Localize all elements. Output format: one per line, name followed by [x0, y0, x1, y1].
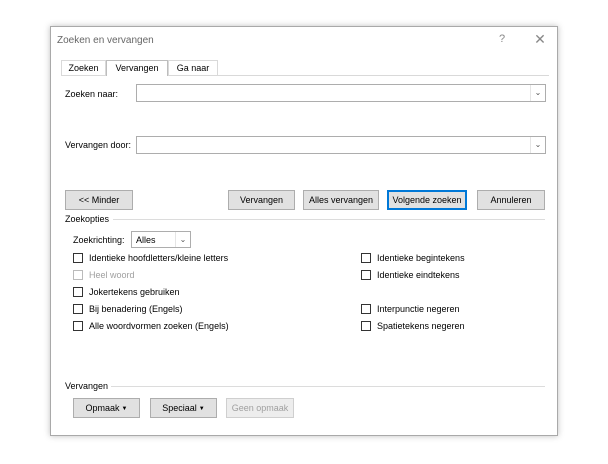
tab-zoeken[interactable]: Zoeken — [61, 60, 106, 75]
cancel-button[interactable]: Annuleren — [477, 190, 545, 210]
direction-select[interactable]: Alles ⌄ — [131, 231, 191, 248]
checkbox-box — [73, 270, 83, 280]
checkbox-box[interactable] — [361, 321, 371, 331]
special-button[interactable]: Speciaal ▼ — [150, 398, 217, 418]
tab-ga-naar[interactable]: Ga naar — [168, 60, 218, 75]
triangle-down-icon: ▼ — [198, 406, 205, 412]
dialog-title: Zoeken en vervangen — [57, 35, 154, 46]
replace-label: Vervangen door: — [65, 140, 132, 150]
checkbox-box[interactable] — [73, 321, 83, 331]
replace-section-divider — [111, 386, 545, 387]
find-label: Zoeken naar: — [65, 89, 119, 99]
direction-label: Zoekrichting: — [73, 235, 125, 245]
no-format-button: Geen opmaak — [226, 398, 294, 418]
find-replace-dialog: Zoeken en vervangen ? ✕ Zoeken Vervangen… — [50, 26, 558, 436]
search-options-divider — [113, 219, 545, 220]
search-options-label: Zoekopties — [65, 214, 110, 224]
find-combobox[interactable]: ⌄ — [136, 84, 546, 102]
replace-combobox[interactable]: ⌄ — [136, 136, 546, 154]
help-icon[interactable]: ? — [495, 33, 509, 45]
title-bar: Zoeken en vervangen ? ✕ — [51, 27, 557, 55]
format-button[interactable]: Opmaak ▼ — [73, 398, 140, 418]
checkbox-box[interactable] — [361, 270, 371, 280]
replace-section-label: Vervangen — [65, 381, 109, 391]
checkbox-box[interactable] — [361, 304, 371, 314]
triangle-down-icon: ▼ — [121, 406, 128, 412]
find-next-button[interactable]: Volgende zoeken — [387, 190, 467, 210]
format-button-label: Opmaak — [85, 403, 120, 413]
checkbox-box[interactable] — [361, 253, 371, 263]
replace-all-button[interactable]: Alles vervangen — [303, 190, 379, 210]
chevron-down-icon[interactable]: ⌄ — [530, 85, 545, 101]
close-icon[interactable]: ✕ — [533, 31, 547, 48]
less-button[interactable]: << Minder — [65, 190, 133, 210]
direction-value: Alles — [136, 235, 156, 245]
chevron-down-icon[interactable]: ⌄ — [530, 137, 545, 153]
replace-button[interactable]: Vervangen — [228, 190, 295, 210]
chevron-down-icon[interactable]: ⌄ — [175, 232, 190, 247]
tab-vervangen[interactable]: Vervangen — [106, 60, 168, 76]
checkbox-box[interactable] — [73, 304, 83, 314]
checkbox-box[interactable] — [73, 287, 83, 297]
checkbox-box[interactable] — [73, 253, 83, 263]
special-button-label: Speciaal — [162, 403, 197, 413]
